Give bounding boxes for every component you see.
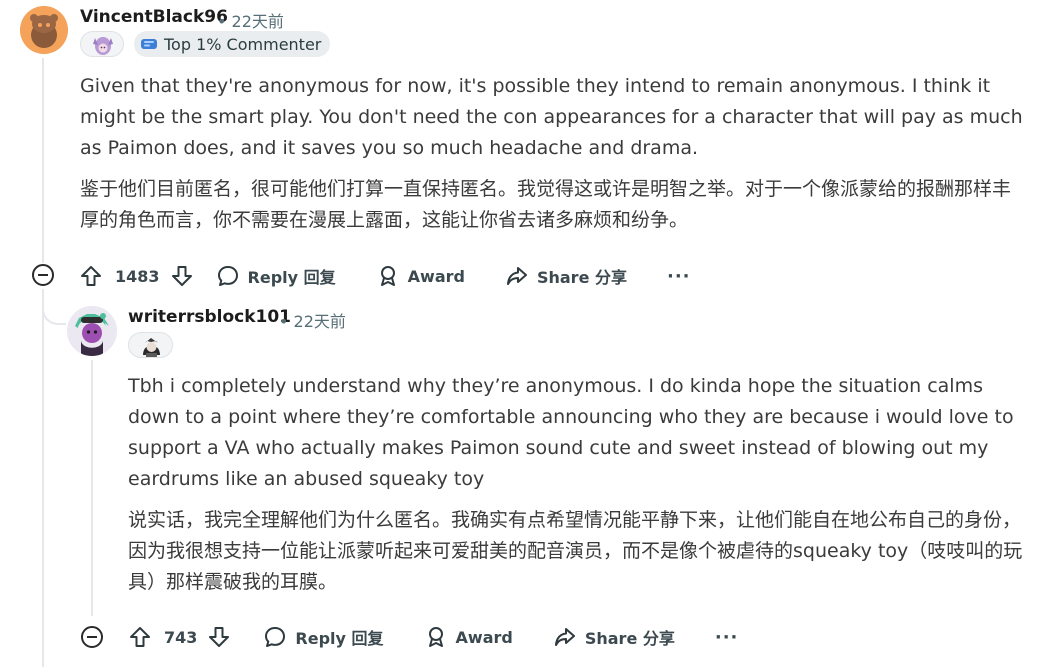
more-options-button[interactable]: ··· [667, 266, 691, 287]
comment-text-zh: 鉴于他们目前匿名，很可能他们打算一直保持匿名。我觉得这或许是明智之举。对于一个像… [80, 178, 1012, 231]
comment-author[interactable]: VincentBlack96 [80, 7, 228, 27]
share-label: Share 分享 [584, 629, 675, 648]
comment-bubble-icon [217, 266, 238, 286]
share-label: Share 分享 [536, 268, 627, 287]
more-options-icon: ··· [714, 626, 739, 648]
comment-action-bar: 1483 Reply 回复 Award Share 分享 ··· [79, 260, 691, 292]
award-icon [428, 627, 443, 647]
downvote-button[interactable] [207, 625, 231, 649]
award-label: Award [407, 266, 465, 286]
avatar[interactable] [20, 6, 68, 54]
reply-label: Reply 回复 [247, 268, 336, 287]
user-flair-avatar [128, 332, 173, 358]
comment-body: Tbh i completely understand why they’re … [128, 371, 1028, 598]
downvote-button[interactable] [170, 264, 194, 288]
share-button[interactable]: Share 分享 [553, 625, 675, 649]
comment-body: Given that they're anonymous for now, it… [80, 71, 1025, 236]
collapse-thread-button[interactable] [81, 626, 103, 648]
share-icon [554, 628, 575, 646]
share-icon [506, 267, 527, 285]
share-button[interactable]: Share 分享 [505, 264, 627, 288]
thread-line-parent [42, 58, 44, 263]
vote-count: 743 [164, 627, 198, 647]
reply-button[interactable]: Reply 回复 [216, 264, 336, 288]
comment-text-en: Tbh i completely understand why they’re … [128, 375, 1014, 490]
upvote-icon [130, 627, 150, 647]
avatar[interactable] [67, 306, 117, 356]
trophy-icon [140, 37, 158, 51]
thread-connector [42, 289, 66, 325]
upvote-icon [81, 266, 101, 286]
comment-author[interactable]: writerrsblock101 [128, 307, 291, 327]
comment-timestamp: • 22天前 [217, 12, 284, 31]
downvote-icon [209, 627, 230, 647]
comment-action-bar: 743 Reply 回复 Award Share 分享 ··· [128, 621, 738, 653]
upvote-button[interactable] [79, 264, 103, 288]
award-icon [380, 266, 395, 286]
award-button[interactable]: Award [376, 264, 465, 288]
downvote-icon [171, 266, 192, 286]
thread-line-reply [91, 360, 93, 616]
comment-text-zh: 说实话，我完全理解他们为什么匿名。我确实有点希望情况能平静下来，让他们能自在地公… [128, 509, 1023, 593]
comment-text-en: Given that they're anonymous for now, it… [80, 75, 1023, 159]
vote-count: 1483 [115, 266, 160, 286]
collapse-thread-button[interactable] [32, 264, 54, 286]
award-label: Award [455, 627, 513, 647]
award-button[interactable]: Award [424, 625, 513, 649]
more-options-button[interactable]: ··· [715, 627, 739, 648]
comment-timestamp: • 22天前 [279, 312, 346, 331]
upvote-button[interactable] [128, 625, 152, 649]
user-flair-avatar [80, 31, 124, 57]
reply-button[interactable]: Reply 回复 [263, 625, 384, 649]
reply-label: Reply 回复 [295, 629, 384, 648]
commenter-flair: Top 1% Commenter [134, 31, 330, 57]
thread-line-child [42, 289, 44, 667]
flair-label: Top 1% Commenter [164, 34, 322, 54]
comment-bubble-icon [265, 627, 286, 647]
more-options-icon: ··· [667, 265, 691, 287]
